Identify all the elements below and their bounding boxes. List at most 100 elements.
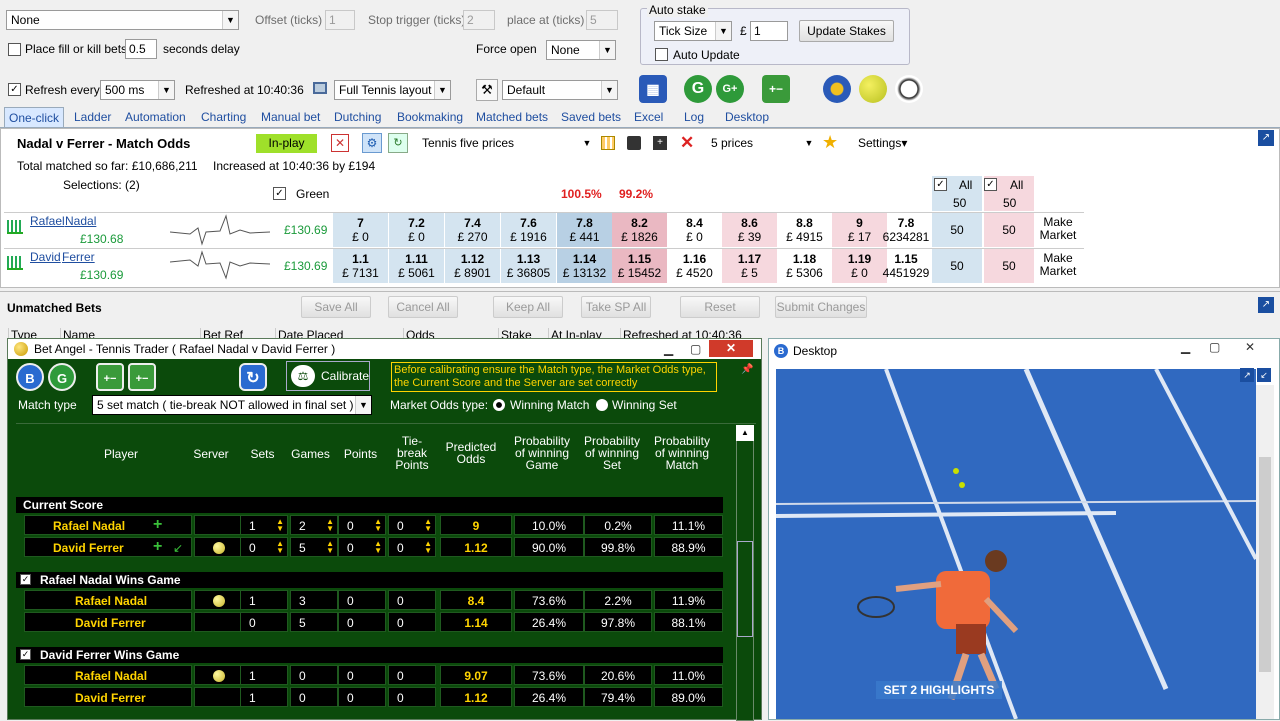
tab-desktop[interactable]: Desktop bbox=[721, 107, 773, 127]
save-all-button[interactable]: Save All bbox=[301, 296, 371, 318]
refresh-checkbox[interactable]: ✓ bbox=[8, 83, 21, 96]
tab-dutching[interactable]: Dutching bbox=[330, 107, 385, 127]
tennis-ball-icon[interactable] bbox=[859, 75, 887, 103]
maximize-icon[interactable]: ▢ bbox=[690, 339, 701, 359]
back-price-cell[interactable]: 1.11 £ 5061 bbox=[389, 249, 444, 283]
bet-angel-b-icon[interactable]: B bbox=[16, 363, 44, 391]
stepper-icon[interactable]: ▲ ▼ bbox=[276, 518, 284, 533]
score-cell-games[interactable]: 2 ▲ ▼ bbox=[290, 515, 338, 535]
score-cell-tb[interactable]: 0 ▲ ▼ bbox=[388, 515, 436, 535]
tab-log[interactable]: Log bbox=[680, 107, 708, 127]
update-stakes-button[interactable]: Update Stakes bbox=[799, 20, 894, 42]
lay-price-cell[interactable]: 1.18 £ 5306 bbox=[777, 249, 832, 283]
take-sp-all-button[interactable]: Take SP All bbox=[581, 296, 651, 318]
all-back-stake[interactable]: 50 bbox=[953, 196, 966, 210]
score-cell-sets[interactable]: 0 ▲ ▼ bbox=[240, 537, 288, 557]
all-back-checkbox[interactable]: ✓ bbox=[934, 178, 947, 191]
lay-price-cell[interactable]: 1.15 £ 15452 bbox=[612, 249, 667, 283]
score-cell-games[interactable]: 3 bbox=[290, 590, 338, 610]
lay-price-cell[interactable]: 8.4 £ 0 bbox=[667, 213, 722, 247]
calculator-icon[interactable]: ▦ bbox=[639, 75, 667, 103]
score-cell-server[interactable] bbox=[194, 537, 242, 557]
all-lay-checkbox[interactable]: ✓ bbox=[984, 178, 997, 191]
winning-match-radio[interactable] bbox=[493, 399, 505, 411]
tab-saved-bets[interactable]: Saved bets bbox=[557, 107, 625, 127]
score-cell-sets[interactable]: 1 bbox=[240, 665, 288, 685]
score-cell-server[interactable] bbox=[194, 665, 242, 685]
close-icon[interactable]: ✕ bbox=[680, 133, 694, 153]
make-market-button[interactable]: Make Market bbox=[1036, 252, 1080, 282]
score-cell-server[interactable] bbox=[194, 687, 242, 707]
score-cell-points[interactable]: 0 ▲ ▼ bbox=[338, 537, 386, 557]
score-cell-server[interactable] bbox=[194, 590, 242, 610]
section-checkbox[interactable]: ✓ bbox=[20, 649, 31, 660]
tab-excel[interactable]: Excel bbox=[630, 107, 667, 127]
favourite-star-icon[interactable]: ★ bbox=[822, 132, 838, 153]
lay-price-cell[interactable]: 8.8 £ 4915 bbox=[777, 213, 832, 247]
popout-icon[interactable]: ↗ bbox=[1258, 130, 1274, 146]
tick-size-select[interactable]: Tick Size ▼ bbox=[654, 21, 732, 41]
scroll-up-icon[interactable]: ▲ bbox=[736, 425, 754, 441]
all-lay-stake[interactable]: 50 bbox=[1003, 196, 1016, 210]
green-checkbox[interactable]: ✓ bbox=[273, 187, 286, 200]
scroll-thumb[interactable] bbox=[1259, 457, 1271, 672]
refresh-tool-icon[interactable]: ↻ bbox=[388, 133, 408, 153]
pin-icon[interactable]: 📌 bbox=[741, 364, 753, 375]
lay-price-cell[interactable]: 8.6 £ 39 bbox=[722, 213, 777, 247]
back-stake-cell[interactable]: 50 bbox=[932, 213, 982, 247]
calibrate-button[interactable]: ⚖ Calibrate bbox=[286, 361, 370, 391]
tab-ladder[interactable]: Ladder bbox=[70, 107, 115, 127]
back-price-cell[interactable]: 1.14 £ 13132 bbox=[557, 249, 612, 283]
lay-stake-cell[interactable]: 50 bbox=[984, 249, 1034, 283]
back-price-cell[interactable]: 7.2 £ 0 bbox=[389, 213, 444, 247]
score-cell-server[interactable] bbox=[194, 612, 242, 632]
back-price-cell[interactable]: 1.1 £ 7131 bbox=[333, 249, 388, 283]
reset-button[interactable]: Reset bbox=[680, 296, 760, 318]
runner-last-name[interactable]: Ferrer bbox=[62, 250, 95, 264]
score-cell-sets[interactable]: 1 bbox=[240, 687, 288, 707]
back-price-cell[interactable]: 1.13 £ 36805 bbox=[501, 249, 556, 283]
popout-icon[interactable]: ↙ bbox=[1257, 368, 1271, 382]
score-cell-games[interactable]: 0 bbox=[290, 665, 338, 685]
back-stake-cell[interactable]: 50 bbox=[932, 249, 982, 283]
score-cell-tb[interactable]: 0 ▲ ▼ bbox=[388, 537, 436, 557]
num-prices-select[interactable]: 5 prices ▼ bbox=[706, 133, 818, 153]
wrench-icon[interactable]: ⚒ bbox=[476, 79, 498, 101]
offset-input[interactable]: 1 bbox=[325, 10, 355, 30]
lay-price-cell[interactable]: 8.2 £ 1826 bbox=[612, 213, 667, 247]
back-price-cell[interactable]: 7.8 £ 441 bbox=[557, 213, 612, 247]
back-price-cell[interactable]: 7.4 £ 270 bbox=[445, 213, 500, 247]
score-cell-tb[interactable]: 0 bbox=[388, 612, 436, 632]
tab-bookmaking[interactable]: Bookmaking bbox=[393, 107, 467, 127]
add-icon[interactable]: + bbox=[653, 136, 667, 150]
score-cell-tb[interactable]: 0 bbox=[388, 665, 436, 685]
force-open-select[interactable]: None ▼ bbox=[546, 40, 616, 60]
score-cell-tb[interactable]: 0 bbox=[388, 590, 436, 610]
stop-trigger-input[interactable]: 2 bbox=[463, 10, 495, 30]
g-icon[interactable]: G bbox=[684, 75, 712, 103]
minimize-icon[interactable]: ▁ bbox=[664, 339, 673, 359]
circle-icon[interactable] bbox=[823, 75, 851, 103]
cancel-orders-icon[interactable]: ✕ bbox=[331, 134, 349, 152]
tab-matched-bets[interactable]: Matched bets bbox=[472, 107, 552, 127]
settings-gear-icon[interactable]: ⚙ bbox=[362, 133, 382, 153]
add-point-icon[interactable]: + bbox=[153, 537, 162, 557]
fill-kill-seconds[interactable]: 0.5 bbox=[125, 39, 157, 59]
save-icon[interactable] bbox=[627, 136, 641, 150]
settings-menu[interactable]: Settings▾ bbox=[858, 136, 907, 150]
add-point-icon[interactable]: + bbox=[153, 515, 162, 535]
tab-automation[interactable]: Automation bbox=[121, 107, 190, 127]
place-at-input[interactable]: 5 bbox=[586, 10, 618, 30]
section-checkbox[interactable]: ✓ bbox=[20, 574, 31, 585]
popout-icon[interactable]: ↗ bbox=[1240, 368, 1254, 382]
auto-green-icon[interactable]: +− bbox=[762, 75, 790, 103]
layout-select[interactable]: Full Tennis layout ▼ bbox=[334, 80, 451, 100]
score-cell-games[interactable]: 0 bbox=[290, 687, 338, 707]
lay-price-cell[interactable]: 1.17 £ 5 bbox=[722, 249, 777, 283]
prices-select[interactable]: Tennis five prices ▼ bbox=[417, 133, 596, 153]
score-cell-server[interactable] bbox=[194, 515, 242, 535]
refresh-interval-select[interactable]: 500 ms ▼ bbox=[100, 80, 175, 100]
score-cell-points[interactable]: 0 bbox=[338, 590, 386, 610]
close-icon[interactable]: ✕ bbox=[709, 340, 753, 357]
undo-icon[interactable]: ↙ bbox=[173, 538, 183, 558]
